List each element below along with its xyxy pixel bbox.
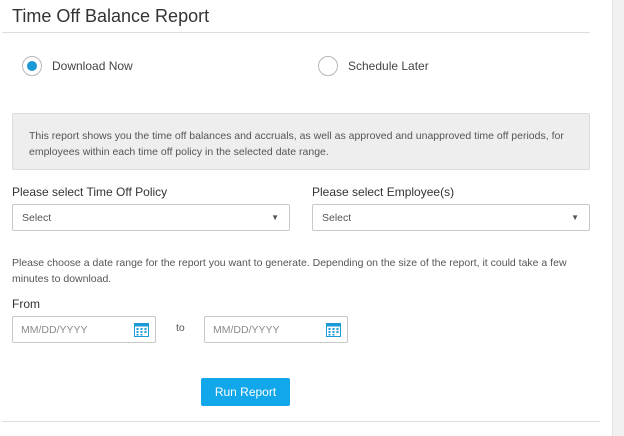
time-off-policy-select[interactable]: Select ▼ (12, 204, 290, 231)
report-description: This report shows you the time off balan… (12, 113, 590, 170)
from-label: From (12, 297, 40, 311)
download-now-label: Download Now (52, 59, 133, 73)
from-date-input[interactable] (21, 323, 121, 336)
to-date-field[interactable] (204, 316, 348, 343)
run-report-button[interactable]: Run Report (201, 378, 290, 406)
from-date-field[interactable] (12, 316, 156, 343)
page-scroll-gutter (612, 0, 624, 436)
to-label: to (176, 322, 185, 334)
bottom-divider (2, 421, 600, 422)
to-date-input[interactable] (213, 323, 313, 336)
caret-down-icon: ▼ (271, 213, 279, 222)
date-range-help: Please choose a date range for the repor… (12, 257, 567, 285)
download-now-radio[interactable] (22, 56, 42, 76)
page-title: Time Off Balance Report (12, 6, 210, 26)
calendar-icon[interactable] (326, 322, 341, 337)
time-off-policy-label: Please select Time Off Policy (12, 185, 168, 199)
title-divider (2, 32, 590, 33)
download-now-option[interactable]: Download Now (22, 55, 133, 77)
schedule-later-option[interactable]: Schedule Later (318, 55, 429, 77)
schedule-later-radio[interactable] (318, 56, 338, 76)
caret-down-icon: ▼ (571, 213, 579, 222)
calendar-icon[interactable] (134, 322, 149, 337)
report-description-text: This report shows you the time off balan… (29, 130, 564, 158)
time-off-policy-value: Select (22, 211, 52, 224)
schedule-later-label: Schedule Later (348, 59, 429, 73)
employee-select[interactable]: Select ▼ (312, 204, 590, 231)
employee-label: Please select Employee(s) (312, 185, 455, 199)
employee-value: Select (322, 211, 352, 224)
